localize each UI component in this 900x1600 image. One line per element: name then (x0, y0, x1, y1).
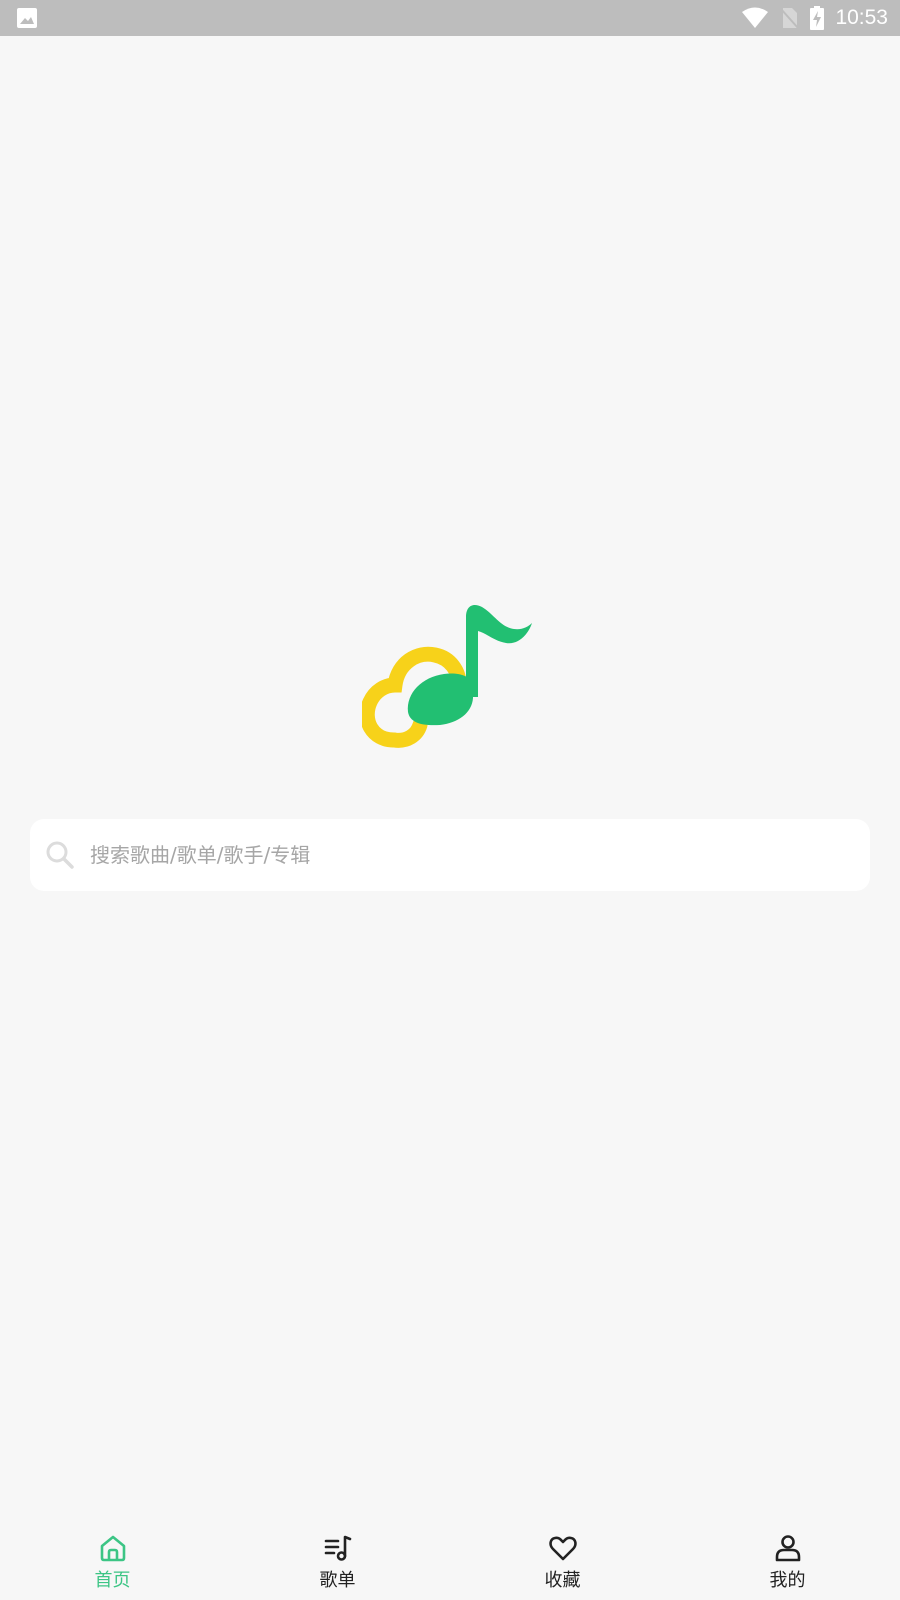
tab-favorites[interactable]: 收藏 (450, 1515, 675, 1600)
home-icon (98, 1533, 128, 1563)
user-icon (773, 1533, 803, 1563)
tab-home[interactable]: 首页 (0, 1515, 225, 1600)
battery-charging-icon (809, 6, 825, 30)
tab-mine[interactable]: 我的 (675, 1515, 900, 1600)
tab-label: 收藏 (544, 1570, 581, 1591)
search-box[interactable] (30, 819, 870, 891)
tab-playlist[interactable]: 歌单 (225, 1515, 450, 1600)
status-right: 10:53 (741, 6, 888, 30)
search-icon (44, 839, 76, 871)
tab-label: 首页 (94, 1570, 131, 1591)
status-left (16, 7, 38, 29)
image-notification-icon (16, 7, 38, 29)
status-time: 10:53 (835, 6, 888, 29)
tab-label: 我的 (769, 1570, 806, 1591)
search-input[interactable] (90, 835, 850, 875)
no-sim-icon (779, 7, 800, 29)
bottom-tab-bar: 首页 歌单 收藏 我的 (0, 1515, 900, 1600)
music-app-logo (359, 605, 546, 755)
wifi-icon (741, 7, 769, 29)
playlist-icon (323, 1533, 353, 1563)
status-bar: 10:53 (0, 0, 900, 36)
tab-label: 歌单 (319, 1570, 356, 1591)
heart-icon (548, 1533, 578, 1563)
